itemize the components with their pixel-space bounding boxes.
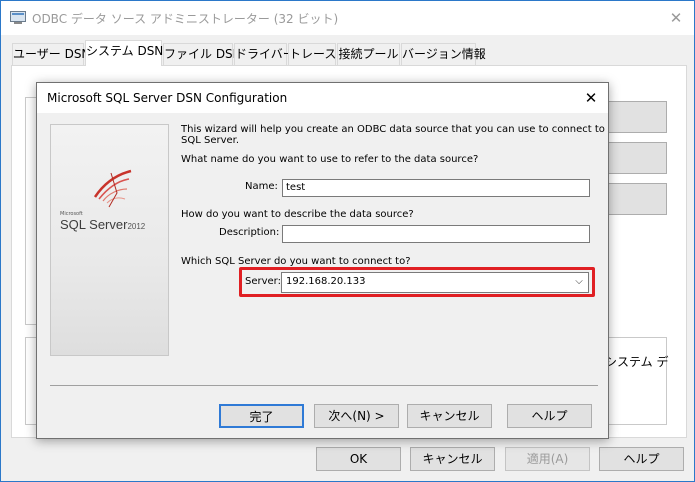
info-text: システム デ [605, 355, 669, 369]
tab-version-info[interactable]: バージョン情報 [401, 43, 486, 65]
sql-server-logo-icon [93, 169, 132, 208]
server-question: Which SQL Server do you want to connect … [181, 256, 411, 267]
apply-button[interactable]: 適用(A) [505, 447, 590, 471]
intro-text-cont: SQL Server. [181, 135, 240, 146]
close-icon[interactable]: ✕ [580, 87, 602, 109]
tab-trace[interactable]: トレース [288, 43, 336, 65]
server-highlight-box [239, 267, 595, 297]
remove-button[interactable] [605, 142, 667, 174]
configure-button[interactable] [605, 183, 667, 215]
tab-file-dsn[interactable]: ファイル DSN [163, 43, 242, 65]
name-label: Name: [245, 181, 278, 192]
add-button[interactable] [605, 101, 667, 133]
description-field[interactable] [282, 225, 590, 243]
next-button[interactable]: 次へ(N) > [314, 404, 399, 428]
sql-server-splash-image: Microsoft SQL Server2012 [50, 124, 169, 356]
outer-cancel-button[interactable]: キャンセル [410, 447, 495, 471]
outer-title-bar: ODBC データ ソース アドミニストレーター (32 ビット) ✕ [1, 1, 694, 35]
splash-product-text: SQL Server2012 [60, 217, 145, 232]
finish-button[interactable]: 完了 [219, 404, 304, 428]
name-question: What name do you want to use to refer to… [181, 154, 479, 165]
intro-text: This wizard will help you create an ODBC… [181, 124, 605, 135]
dialog-separator [50, 385, 598, 386]
name-field[interactable]: test [282, 179, 590, 197]
outer-help-button[interactable]: ヘルプ [599, 447, 684, 471]
description-label: Description: [219, 227, 280, 238]
dialog-help-button[interactable]: ヘルプ [507, 404, 592, 428]
tab-drivers[interactable]: ドライバー [234, 43, 295, 65]
dialog-title: Microsoft SQL Server DSN Configuration [47, 91, 288, 105]
tab-system-dsn[interactable]: システム DSN [85, 40, 163, 66]
splash-product-name: SQL Server [60, 217, 128, 232]
tab-user-dsn[interactable]: ユーザー DSN [12, 43, 90, 65]
sql-server-dsn-dialog: Microsoft SQL Server DSN Configuration ✕… [36, 82, 609, 439]
odbc-app-icon [10, 11, 26, 24]
dialog-title-bar: Microsoft SQL Server DSN Configuration ✕ [37, 83, 608, 113]
description-question: How do you want to describe the data sou… [181, 209, 414, 220]
splash-version-text: 2012 [127, 222, 146, 231]
close-icon[interactable]: ✕ [665, 7, 687, 29]
ok-button[interactable]: OK [316, 447, 401, 471]
outer-window-title: ODBC データ ソース アドミニストレーター (32 ビット) [32, 12, 339, 26]
tab-connection-pool[interactable]: 接続プール [337, 43, 400, 65]
dialog-cancel-button[interactable]: キャンセル [407, 404, 492, 428]
